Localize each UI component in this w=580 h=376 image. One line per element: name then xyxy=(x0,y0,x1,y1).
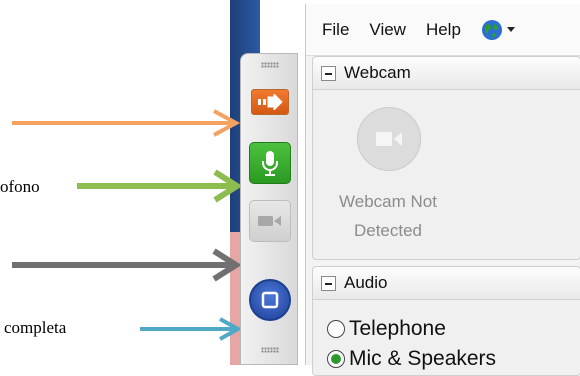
arrow-right-icon xyxy=(258,94,283,110)
audio-panel-title: Audio xyxy=(344,273,388,292)
floating-toolbar xyxy=(240,53,298,365)
annotation-arrow-gray xyxy=(12,248,242,282)
language-menu[interactable] xyxy=(481,19,515,41)
microphone-button[interactable] xyxy=(249,142,291,184)
collapse-icon[interactable] xyxy=(321,65,336,81)
audio-option-telephone[interactable]: Telephone xyxy=(327,317,446,341)
grip-icon[interactable] xyxy=(261,62,279,68)
annotation-arrow-teal xyxy=(140,317,243,341)
annotation-label-mic: ofono xyxy=(0,177,40,196)
microphone-icon xyxy=(262,151,278,176)
video-camera-icon xyxy=(376,132,402,146)
grip-icon[interactable] xyxy=(261,347,279,353)
fullscreen-icon xyxy=(261,291,279,309)
webcam-status-icon xyxy=(357,107,421,171)
menu-help[interactable]: Help xyxy=(426,20,461,40)
collapse-icon[interactable] xyxy=(321,275,336,291)
webcam-status-line-2: Detected xyxy=(353,221,423,240)
audio-panel: Audio Telephone Mic & Speakers xyxy=(312,266,580,376)
share-arrow-button[interactable] xyxy=(251,89,289,115)
webcam-panel-title: Webcam xyxy=(344,63,411,82)
radio-telephone[interactable] xyxy=(327,320,345,338)
menu-file[interactable]: File xyxy=(322,20,349,40)
radio-mic-speakers[interactable] xyxy=(327,350,345,368)
audio-option-label: Mic & Speakers xyxy=(349,347,497,370)
annotation-arrow-orange xyxy=(12,109,241,137)
webcam-status-text: Webcam Not Detected xyxy=(323,187,453,245)
meeting-panel-window: File View Help Webcam Webcam Not Detecte… xyxy=(305,4,580,376)
menu-view[interactable]: View xyxy=(369,20,406,40)
webcam-panel-header[interactable]: Webcam xyxy=(313,57,580,90)
annotation-label-fullscreen: completa xyxy=(4,318,67,337)
chevron-down-icon xyxy=(506,26,515,32)
webcam-panel: Webcam Webcam Not Detected xyxy=(312,56,580,260)
fullscreen-button[interactable] xyxy=(249,279,291,321)
audio-option-label: Telephone xyxy=(349,317,446,340)
camera-button[interactable] xyxy=(249,200,291,242)
video-camera-icon xyxy=(258,216,281,226)
audio-panel-header[interactable]: Audio xyxy=(313,267,580,300)
audio-option-mic-speakers[interactable]: Mic & Speakers xyxy=(327,347,496,371)
globe-icon xyxy=(481,19,502,40)
annotation-arrow-green xyxy=(77,169,243,203)
menu-bar: File View Help xyxy=(306,4,580,56)
webcam-status-line-1: Webcam Not xyxy=(339,192,437,211)
